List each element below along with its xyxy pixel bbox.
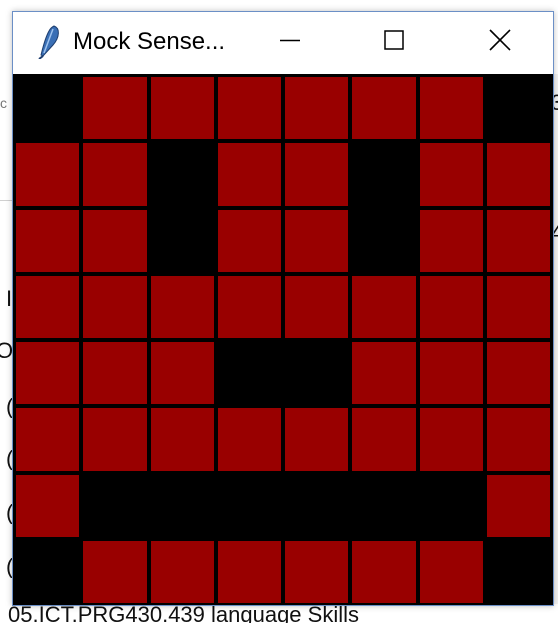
led-pixel [217,540,281,603]
minimize-button[interactable] [261,12,319,68]
led-pixel [150,474,214,537]
led-pixel [16,77,80,140]
feather-icon [38,25,59,59]
led-pixel [285,474,349,537]
led-pixel [83,275,147,338]
background-bottom-text: 05.ICT.PRG430.439 language Skills [8,606,359,623]
led-pixel [217,408,281,471]
led-pixel [352,77,416,140]
led-pixel [83,540,147,603]
led-pixel [352,540,416,603]
led-pixel [352,275,416,338]
window-title: Mock Sense... [73,28,226,55]
led-pixel [16,408,80,471]
close-button[interactable] [471,12,529,68]
led-pixel [16,143,80,206]
led-pixel [150,209,214,272]
background-glyph: c [0,96,7,110]
led-pixel [419,143,483,206]
led-pixel [352,143,416,206]
led-pixel [419,209,483,272]
led-pixel [16,474,80,537]
background-divider [0,200,12,201]
led-pixel [486,474,550,537]
led-pixel [285,275,349,338]
maximize-button[interactable] [365,12,423,68]
led-pixel [150,342,214,405]
led-pixel [486,342,550,405]
led-pixel [419,77,483,140]
led-pixel [83,143,147,206]
led-pixel [419,275,483,338]
led-pixel [352,408,416,471]
led-pixel [217,77,281,140]
led-pixel [16,275,80,338]
led-pixel [285,209,349,272]
led-pixel [217,342,281,405]
led-matrix [14,75,552,605]
led-pixel [486,540,550,603]
led-pixel [285,143,349,206]
led-pixel [83,342,147,405]
led-pixel [285,77,349,140]
background-window-edge [554,74,558,604]
led-pixel [285,408,349,471]
led-pixel [285,342,349,405]
led-pixel [419,342,483,405]
mock-sense-hat-window: Mock Sense... [12,11,554,606]
maximize-icon [384,30,404,50]
led-pixel [83,209,147,272]
led-pixel [486,77,550,140]
led-pixel [352,342,416,405]
minimize-icon [280,39,300,42]
led-pixel [83,408,147,471]
led-pixel [486,209,550,272]
led-pixel [217,209,281,272]
title-bar[interactable]: Mock Sense... [13,12,553,74]
led-pixel [150,408,214,471]
led-pixel [419,540,483,603]
led-pixel [217,474,281,537]
led-pixel [16,209,80,272]
led-pixel [352,474,416,537]
led-pixel [83,77,147,140]
led-pixel [486,143,550,206]
close-icon [489,29,511,51]
background-bottom-line: 05.ICT.PRG430.439 language Skills [0,606,558,623]
led-pixel [486,275,550,338]
led-pixel [150,540,214,603]
led-pixel [217,143,281,206]
led-pixel [150,77,214,140]
led-pixel [150,143,214,206]
led-pixel [486,408,550,471]
led-pixel [285,540,349,603]
led-pixel [419,408,483,471]
led-pixel [16,342,80,405]
led-pixel [150,275,214,338]
led-pixel [16,540,80,603]
led-pixel [352,209,416,272]
led-pixel [419,474,483,537]
led-pixel [83,474,147,537]
led-pixel [217,275,281,338]
